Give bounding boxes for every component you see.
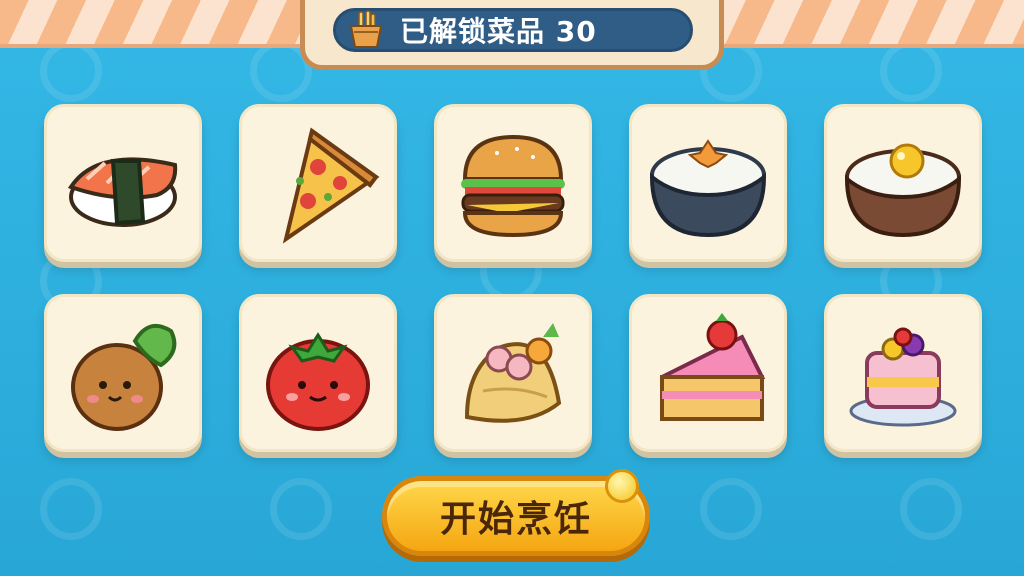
burger-icon: [461, 134, 565, 238]
dish-card-pizza[interactable]: [239, 104, 397, 262]
sushi-icon: [67, 157, 178, 227]
dish-card-burger[interactable]: [434, 104, 592, 262]
strawberry-cake-icon: [660, 313, 766, 421]
notification-dot: [605, 469, 639, 503]
pizza-icon: [282, 127, 380, 244]
unlocked-banner: 已解锁菜品 30: [300, 0, 724, 70]
unlocked-count-text: 已解锁菜品 30: [400, 15, 597, 48]
dish-card-potato[interactable]: [44, 294, 202, 452]
start-cooking-label: 开始烹饪: [439, 499, 592, 540]
tomato-icon: [266, 332, 370, 431]
dish-card-sushi[interactable]: [44, 104, 202, 262]
dish-card-rice-bowl-carrot[interactable]: [629, 104, 787, 262]
dumpling-icon: [464, 323, 562, 423]
potato-icon: [71, 323, 177, 431]
berry-cake-icon: [849, 327, 957, 427]
basket-icon: [349, 10, 383, 48]
egg-rice-bowl-icon: [844, 143, 962, 238]
dish-card-dumpling[interactable]: [434, 294, 592, 452]
rice-bowl-icon: [649, 139, 767, 238]
dish-card-tomato[interactable]: [239, 294, 397, 452]
start-cooking-button[interactable]: 开始烹饪: [382, 469, 650, 556]
unlocked-counter: 已解锁菜品 30: [333, 8, 693, 52]
dish-card-berry-cake[interactable]: [824, 294, 982, 452]
dish-card-rice-bowl-egg[interactable]: [824, 104, 982, 262]
dish-card-strawberry-cake[interactable]: [629, 294, 787, 452]
